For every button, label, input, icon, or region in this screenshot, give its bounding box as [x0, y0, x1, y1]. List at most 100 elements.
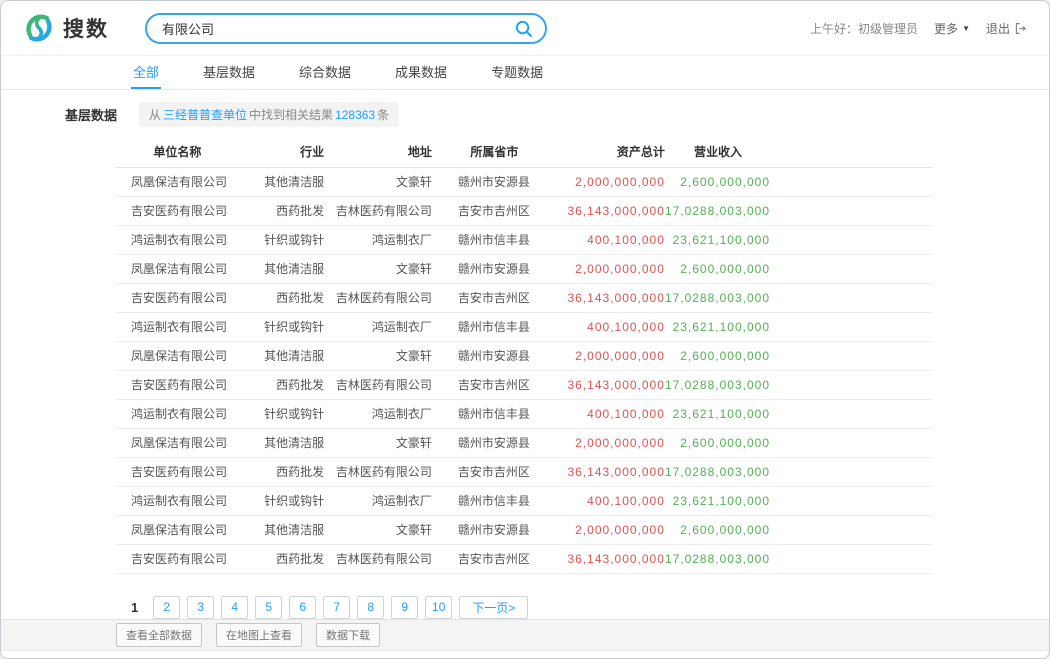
table-row[interactable]: 吉安医药有限公司西药批发吉林医药有限公司吉安市吉州区36,143,000,000… — [116, 370, 932, 399]
next-page-button[interactable]: 下一页> — [459, 596, 528, 619]
page: 搜数 上午好：初级管理员 更多 ▼ 退出 — [0, 0, 1050, 659]
unit-name-cell: 鸿运制衣有限公司 — [116, 399, 239, 428]
result-count[interactable]: 128363 — [335, 108, 375, 122]
page-button-8[interactable]: 8 — [357, 596, 384, 619]
revenue-cell: 2,600,000,000 — [665, 167, 932, 196]
region-cell: 赣州市安源县 — [432, 515, 557, 544]
revenue-cell: 17,0288,003,000 — [665, 196, 932, 225]
address-cell: 文豪轩 — [324, 254, 432, 283]
unit-name-cell: 凤凰保洁有限公司 — [116, 341, 239, 370]
unit-name-cell: 鸿运制衣有限公司 — [116, 225, 239, 254]
table-body: 凤凰保洁有限公司其他清洁服文豪轩赣州市安源县2,000,000,0002,600… — [116, 167, 932, 573]
tab-comprehensive-data[interactable]: 综合数据 — [297, 56, 353, 89]
unit-name-cell: 凤凰保洁有限公司 — [116, 515, 239, 544]
search-icon[interactable] — [514, 19, 533, 38]
pagination: 123456789 10 下一页> — [129, 596, 1049, 619]
table-row[interactable]: 鸿运制衣有限公司针织或钩针鸿运制衣厂赣州市信丰县400,100,00023,62… — [116, 312, 932, 341]
industry-cell: 其他清洁服 — [239, 515, 324, 544]
search-box[interactable] — [145, 13, 547, 44]
table-row[interactable]: 鸿运制衣有限公司针织或钩针鸿运制衣厂赣州市信丰县400,100,00023,62… — [116, 225, 932, 254]
section-label: 基层数据 — [65, 105, 117, 124]
table-row[interactable]: 凤凰保洁有限公司其他清洁服文豪轩赣州市安源县2,000,000,0002,600… — [116, 254, 932, 283]
column-header: 资产总计 — [557, 137, 665, 167]
view-on-map-button[interactable]: 在地图上查看 — [216, 623, 302, 647]
revenue-cell: 17,0288,003,000 — [665, 370, 932, 399]
industry-cell: 西药批发 — [239, 196, 324, 225]
total-assets-cell: 36,143,000,000 — [557, 544, 665, 573]
region-cell: 吉安市吉州区 — [432, 283, 557, 312]
more-menu[interactable]: 更多 ▼ — [934, 20, 970, 37]
table-row[interactable]: 鸿运制衣有限公司针织或钩针鸿运制衣厂赣州市信丰县400,100,00023,62… — [116, 399, 932, 428]
page-button-9[interactable]: 9 — [391, 596, 418, 619]
logo-text: 搜数 — [63, 13, 109, 43]
revenue-cell: 2,600,000,000 — [665, 341, 932, 370]
industry-cell: 针织或钩针 — [239, 225, 324, 254]
revenue-cell: 23,621,100,000 — [665, 399, 932, 428]
industry-cell: 西药批发 — [239, 283, 324, 312]
address-cell: 鸿运制衣厂 — [324, 486, 432, 515]
total-assets-cell: 2,000,000,000 — [557, 167, 665, 196]
industry-cell: 其他清洁服 — [239, 341, 324, 370]
total-assets-cell: 36,143,000,000 — [557, 283, 665, 312]
table-row[interactable]: 吉安医药有限公司西药批发吉林医药有限公司吉安市吉州区36,143,000,000… — [116, 283, 932, 312]
table-row[interactable]: 吉安医药有限公司西药批发吉林医药有限公司吉安市吉州区36,143,000,000… — [116, 196, 932, 225]
table-row[interactable]: 鸿运制衣有限公司针织或钩针鸿运制衣厂赣州市信丰县400,100,00023,62… — [116, 486, 932, 515]
data-download-button[interactable]: 数据下载 — [316, 623, 380, 647]
tab-basic-data[interactable]: 基层数据 — [201, 56, 257, 89]
table-row[interactable]: 凤凰保洁有限公司其他清洁服文豪轩赣州市安源县2,000,000,0002,600… — [116, 428, 932, 457]
table-row[interactable]: 吉安医药有限公司西药批发吉林医药有限公司吉安市吉州区36,143,000,000… — [116, 544, 932, 573]
region-cell: 吉安市吉州区 — [432, 370, 557, 399]
page-button-3[interactable]: 3 — [187, 596, 214, 619]
address-cell: 文豪轩 — [324, 341, 432, 370]
revenue-cell: 2,600,000,000 — [665, 515, 932, 544]
total-assets-cell: 400,100,000 — [557, 225, 665, 254]
total-assets-cell: 400,100,000 — [557, 486, 665, 515]
search-input[interactable] — [162, 21, 514, 36]
region-cell: 赣州市安源县 — [432, 341, 557, 370]
chevron-down-icon: ▼ — [962, 24, 970, 33]
page-button-6[interactable]: 6 — [289, 596, 316, 619]
revenue-cell: 23,621,100,000 — [665, 486, 932, 515]
page-button-7[interactable]: 7 — [323, 596, 350, 619]
address-cell: 吉林医药有限公司 — [324, 370, 432, 399]
page-button-5[interactable]: 5 — [255, 596, 282, 619]
result-prefix: 从 — [149, 108, 161, 122]
table-row[interactable]: 凤凰保洁有限公司其他清洁服文豪轩赣州市安源县2,000,000,0002,600… — [116, 515, 932, 544]
unit-name-cell: 吉安医药有限公司 — [116, 544, 239, 573]
region-cell: 赣州市安源县 — [432, 254, 557, 283]
logout-button[interactable]: 退出 — [986, 20, 1027, 37]
total-assets-cell: 2,000,000,000 — [557, 341, 665, 370]
region-cell: 赣州市信丰县 — [432, 225, 557, 254]
view-all-data-button[interactable]: 查看全部数据 — [116, 623, 202, 647]
logo: 搜数 — [23, 12, 109, 44]
industry-cell: 其他清洁服 — [239, 254, 324, 283]
revenue-cell: 17,0288,003,000 — [665, 457, 932, 486]
region-cell: 吉安市吉州区 — [432, 544, 557, 573]
industry-cell: 针织或钩针 — [239, 486, 324, 515]
source-link[interactable]: 三经普普查单位 — [163, 108, 247, 122]
tab-special-data[interactable]: 专题数据 — [489, 56, 545, 89]
table-row[interactable]: 凤凰保洁有限公司其他清洁服文豪轩赣州市安源县2,000,000,0002,600… — [116, 341, 932, 370]
total-assets-cell: 2,000,000,000 — [557, 515, 665, 544]
unit-name-cell: 凤凰保洁有限公司 — [116, 167, 239, 196]
unit-name-cell: 吉安医药有限公司 — [116, 457, 239, 486]
table-row[interactable]: 吉安医药有限公司西药批发吉林医药有限公司吉安市吉州区36,143,000,000… — [116, 457, 932, 486]
column-header: 行业 — [239, 137, 324, 167]
table-row[interactable]: 凤凰保洁有限公司其他清洁服文豪轩赣州市安源县2,000,000,0002,600… — [116, 167, 932, 196]
address-cell: 鸿运制衣厂 — [324, 399, 432, 428]
page-button-10[interactable]: 10 — [425, 596, 452, 619]
result-suffix: 条 — [377, 108, 389, 122]
unit-name-cell: 吉安医药有限公司 — [116, 370, 239, 399]
address-cell: 吉林医药有限公司 — [324, 457, 432, 486]
page-button-2[interactable]: 2 — [153, 596, 180, 619]
region-cell: 赣州市信丰县 — [432, 399, 557, 428]
page-current[interactable]: 1 — [129, 600, 146, 615]
footer-actions: 查看全部数据在地图上查看数据下载 — [1, 619, 1049, 651]
column-header: 地址 — [324, 137, 432, 167]
tab-achievement-data[interactable]: 成果数据 — [393, 56, 449, 89]
page-button-4[interactable]: 4 — [221, 596, 248, 619]
address-cell: 吉林医药有限公司 — [324, 196, 432, 225]
tab-all[interactable]: 全部 — [131, 56, 161, 89]
address-cell: 文豪轩 — [324, 515, 432, 544]
total-assets-cell: 2,000,000,000 — [557, 428, 665, 457]
